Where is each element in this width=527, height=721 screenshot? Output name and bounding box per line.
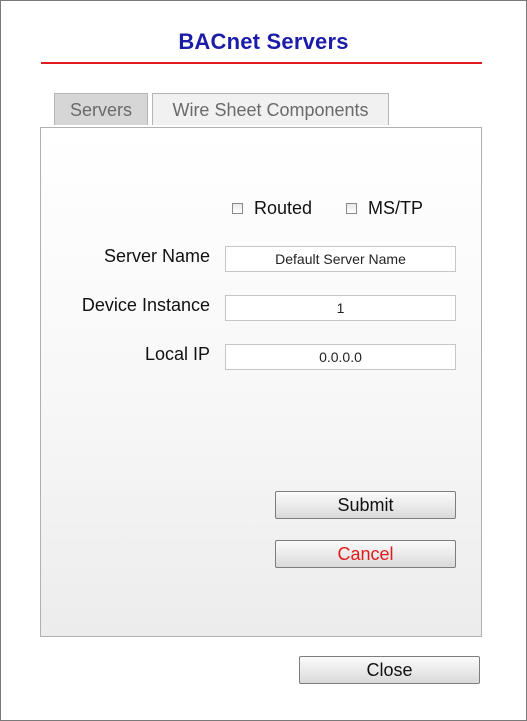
title-divider bbox=[41, 62, 482, 64]
device-instance-input[interactable] bbox=[225, 295, 456, 321]
routed-option[interactable]: Routed bbox=[232, 198, 312, 219]
device-instance-label: Device Instance bbox=[81, 295, 210, 315]
cancel-button[interactable]: Cancel bbox=[275, 540, 456, 568]
server-name-label: Server Name bbox=[103, 246, 210, 266]
local-ip-input[interactable] bbox=[225, 344, 456, 370]
local-ip-label: Local IP bbox=[144, 344, 210, 364]
tab-wire-sheet-components[interactable]: Wire Sheet Components bbox=[152, 93, 389, 125]
routed-checkbox[interactable] bbox=[232, 203, 243, 214]
mstp-checkbox[interactable] bbox=[346, 203, 357, 214]
mstp-label: MS/TP bbox=[368, 198, 424, 218]
close-button[interactable]: Close bbox=[299, 656, 480, 684]
mstp-option[interactable]: MS/TP bbox=[346, 198, 423, 219]
submit-button[interactable]: Submit bbox=[275, 491, 456, 519]
tab-servers[interactable]: Servers bbox=[54, 93, 148, 125]
routed-label: Routed bbox=[254, 198, 313, 218]
server-name-input[interactable] bbox=[225, 246, 456, 272]
bacnet-servers-dialog: BACnet Servers Servers Wire Sheet Compon… bbox=[0, 0, 527, 721]
dialog-title: BACnet Servers bbox=[178, 29, 349, 54]
